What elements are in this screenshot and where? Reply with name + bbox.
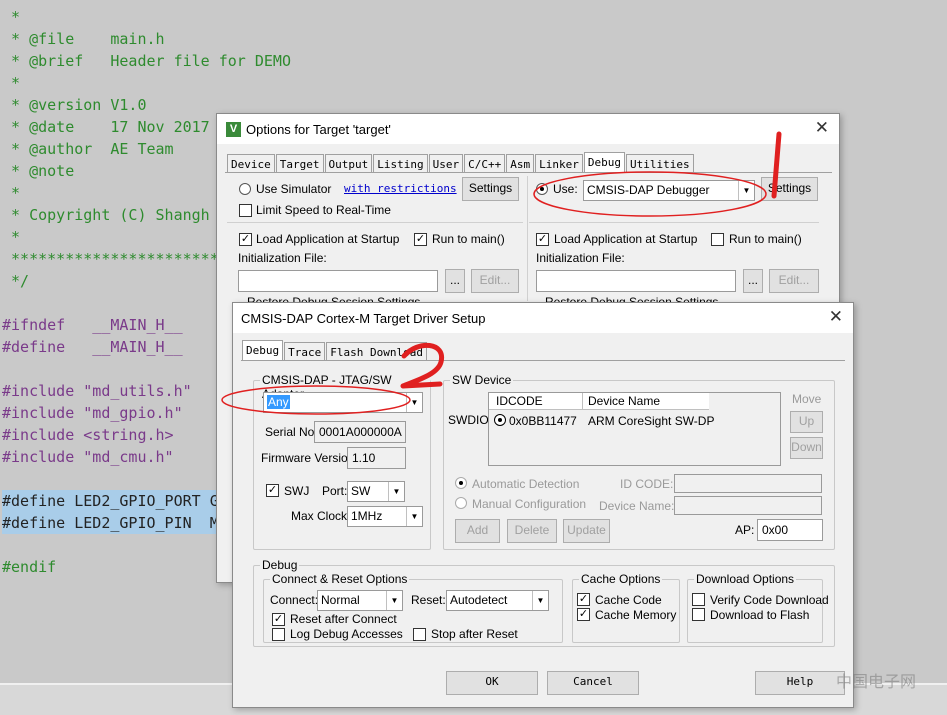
watermark: 中国电子网 <box>836 672 917 691</box>
annotation-ellipse-adapter <box>221 385 411 415</box>
annotation-ellipse-debugger <box>533 171 767 217</box>
annotation-overlay <box>221 131 782 415</box>
annotation-mark-2 <box>400 342 445 389</box>
annotation-mark-1 <box>771 131 782 199</box>
